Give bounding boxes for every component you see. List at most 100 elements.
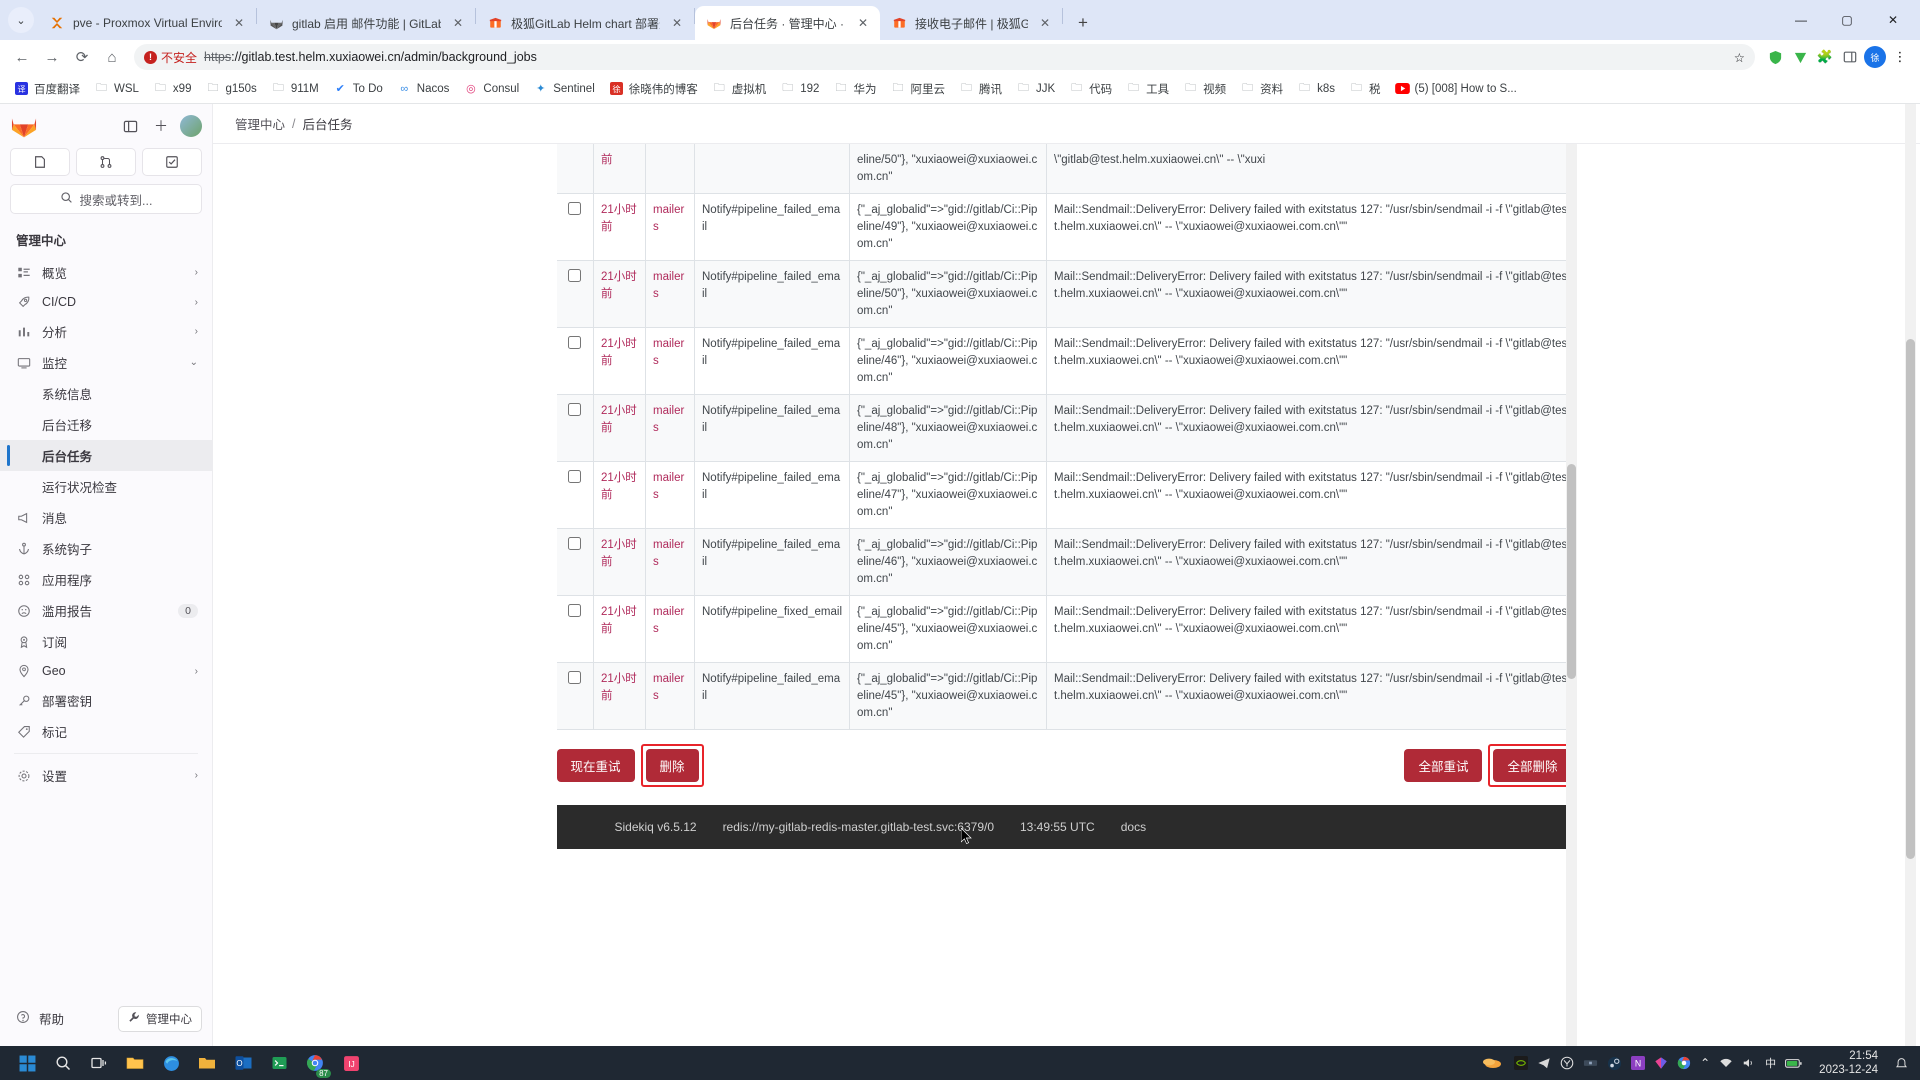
row-queue[interactable]: mailers	[646, 395, 695, 462]
admin-center-button[interactable]: 管理中心	[118, 1006, 202, 1032]
address-bar[interactable]: ! 不安全 https://gitlab.test.helm.xuxiaowei…	[134, 44, 1755, 70]
row-queue[interactable]: mailers	[646, 462, 695, 529]
table-row[interactable]: 21小时前 mailers Notify#pipeline_failed_ema…	[557, 529, 1577, 596]
sidebar-item-deploy-keys[interactable]: 部署密钥	[0, 685, 212, 716]
browser-tab-3-active[interactable]: 后台任务 · 管理中心 · GitLab ✕	[695, 6, 880, 40]
network-icon[interactable]	[1719, 1057, 1733, 1069]
queue-link[interactable]: mailers	[653, 204, 684, 233]
row-checkbox[interactable]	[568, 470, 581, 483]
outlook-icon[interactable]: O	[230, 1050, 256, 1076]
bookmark-item[interactable]: 🗀k8s	[1291, 78, 1341, 99]
bookmark-item[interactable]: ∞Nacos	[391, 78, 456, 99]
sidebar-item-background-migrations[interactable]: 后台迁移	[0, 409, 212, 440]
row-queue[interactable]: mailers	[646, 529, 695, 596]
sidebar-item-monitoring[interactable]: 监控 ⌄	[0, 347, 212, 378]
close-icon[interactable]: ✕	[449, 14, 467, 32]
new-tab-button[interactable]: +	[1069, 9, 1097, 37]
nvidia-icon[interactable]	[1514, 1056, 1528, 1070]
inner-scrollbar-thumb[interactable]	[1567, 464, 1576, 679]
table-row[interactable]: 21小时前 mailers Notify#pipeline_failed_ema…	[557, 395, 1577, 462]
sidebar-item-geo[interactable]: Geo ›	[0, 657, 212, 685]
sidebar-item-system-info[interactable]: 系统信息	[0, 378, 212, 409]
queue-link[interactable]: mailers	[653, 472, 684, 501]
table-row[interactable]: 21小时前 mailers Notify#pipeline_failed_ema…	[557, 194, 1577, 261]
bookmark-item[interactable]: 🗀视频	[1177, 78, 1232, 100]
chrome-tray-icon[interactable]	[1677, 1056, 1691, 1070]
row-checkbox[interactable]	[568, 604, 581, 617]
bookmark-item[interactable]: 🗀代码	[1063, 78, 1118, 100]
sidebar-item-abuse-reports[interactable]: 滥用报告 0	[0, 595, 212, 626]
row-queue[interactable]: mailers	[646, 261, 695, 328]
row-checkbox[interactable]	[568, 671, 581, 684]
bookmark-item[interactable]: 🗀资料	[1234, 78, 1289, 100]
minimize-button[interactable]: —	[1778, 4, 1824, 36]
shield-icon[interactable]	[1560, 1056, 1574, 1070]
gem-icon[interactable]	[1654, 1056, 1668, 1070]
row-checkbox[interactable]	[568, 403, 581, 416]
hardware-icon[interactable]	[1583, 1057, 1598, 1069]
intellij-idea-icon[interactable]: IJ	[338, 1050, 364, 1076]
sidebar-item-messages[interactable]: 消息	[0, 502, 212, 533]
back-icon[interactable]: ←	[8, 43, 36, 71]
sidebar-item-subscription[interactable]: 订阅	[0, 626, 212, 657]
bookmark-item[interactable]: 🗀g150s	[199, 78, 262, 99]
onedrive-icon[interactable]	[1479, 1050, 1505, 1076]
search-icon[interactable]	[50, 1050, 76, 1076]
plus-icon[interactable]: ＋	[149, 114, 173, 138]
close-window-button[interactable]: ✕	[1870, 4, 1916, 36]
row-queue[interactable]: mailers	[646, 328, 695, 395]
close-icon[interactable]: ✕	[230, 14, 248, 32]
table-row[interactable]: 21小时前 mailers Notify#pipeline_failed_ema…	[557, 328, 1577, 395]
sidekiq-docs-link[interactable]: docs	[1121, 820, 1146, 834]
sidebar-item-background-jobs[interactable]: 后台任务	[0, 440, 212, 471]
help-button[interactable]: 帮助	[10, 1005, 70, 1032]
bookmark-item[interactable]: 🗀911M	[265, 78, 325, 99]
chevron-up-icon[interactable]: ⌃	[1700, 1056, 1710, 1070]
table-row[interactable]: 21小时前 mailers Notify#pipeline_fixed_emai…	[557, 596, 1577, 663]
queue-link[interactable]: mailers	[653, 405, 684, 434]
close-icon[interactable]: ✕	[854, 14, 872, 32]
row-checkbox[interactable]	[568, 202, 581, 215]
inner-scrollbar-track[interactable]	[1566, 144, 1577, 1046]
sidebar-item-applications[interactable]: 应用程序	[0, 564, 212, 595]
sidebar-item-system-hooks[interactable]: 系统钩子	[0, 533, 212, 564]
page-scrollbar-thumb[interactable]	[1906, 339, 1915, 859]
sidebar-item-labels[interactable]: 标记	[0, 716, 212, 747]
browser-tab-1[interactable]: gitlab 启用 邮件功能 | GitLab/ ✕	[257, 6, 475, 40]
row-queue[interactable]: mailers	[646, 596, 695, 663]
chrome-menu-icon[interactable]: ⋮	[1888, 45, 1912, 69]
bookmark-item[interactable]: 🗀虚拟机	[706, 78, 773, 100]
home-icon[interactable]: ⌂	[98, 43, 126, 71]
file-explorer-icon[interactable]	[122, 1050, 148, 1076]
bookmark-item[interactable]: 🗀JJK	[1010, 78, 1061, 99]
steam-icon[interactable]	[1607, 1056, 1622, 1071]
windows-start-icon[interactable]	[14, 1050, 40, 1076]
split-view-icon[interactable]	[1838, 45, 1862, 69]
bookmark-item[interactable]: (5) [008] How to S...	[1389, 78, 1523, 99]
row-checkbox[interactable]	[568, 269, 581, 282]
vimium-extension-icon[interactable]	[1788, 45, 1812, 69]
table-row[interactable]: 前 eline/50"}, "xuxiaowei@xuxiaowei.c om.…	[557, 144, 1577, 194]
onenote-icon[interactable]: N	[1631, 1056, 1645, 1070]
queue-link[interactable]: mailers	[653, 673, 684, 702]
bookmark-item[interactable]: 🗀192	[774, 78, 825, 99]
queue-link[interactable]: mailers	[653, 271, 684, 300]
browser-tab-2[interactable]: 极狐GitLab Helm chart 部署选 ✕	[476, 6, 694, 40]
queue-link[interactable]: mailers	[653, 539, 684, 568]
sidebar-item-cicd[interactable]: CI/CD ›	[0, 288, 212, 316]
ime-icon[interactable]: 中	[1765, 1055, 1776, 1071]
bookmark-item[interactable]: 🗀WSL	[88, 78, 145, 99]
table-row[interactable]: 21小时前 mailers Notify#pipeline_failed_ema…	[557, 663, 1577, 730]
bookmark-item[interactable]: 🗀阿里云	[884, 78, 951, 100]
profile-avatar[interactable]: 徐	[1863, 45, 1887, 69]
queue-link[interactable]: mailers	[653, 606, 684, 635]
delete-all-button[interactable]: 全部删除	[1493, 749, 1571, 782]
sidebar-toggle-icon[interactable]	[118, 114, 142, 138]
bookmark-item[interactable]: ◎Consul	[457, 78, 525, 99]
search-input[interactable]: 搜索或转到...	[10, 184, 202, 214]
merge-request-icon[interactable]	[76, 148, 136, 176]
telegram-icon[interactable]	[1537, 1056, 1551, 1070]
task-view-icon[interactable]	[86, 1050, 112, 1076]
browser-tab-0[interactable]: pve - Proxmox Virtual Enviro ✕	[38, 6, 256, 40]
microsoft-edge-icon[interactable]	[158, 1050, 184, 1076]
